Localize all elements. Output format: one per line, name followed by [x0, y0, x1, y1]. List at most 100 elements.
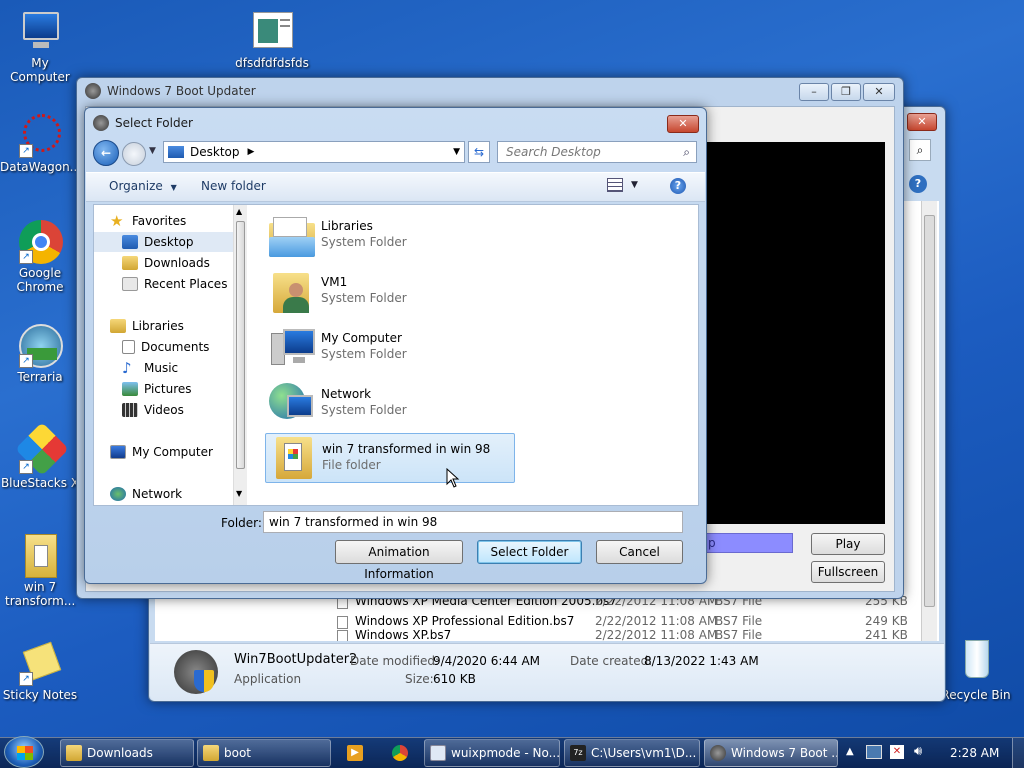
address-bar[interactable]: Desktop ▶ ▼	[163, 141, 465, 163]
file-type: BS7 File	[715, 628, 763, 641]
windows-logo-icon	[17, 746, 33, 760]
nav-my-computer[interactable]: My Computer	[110, 442, 213, 462]
boot-updater-maximize-button[interactable]: ❐	[831, 83, 861, 101]
nav-music[interactable]: ♪ Music	[122, 358, 178, 378]
desktop-icon-recycle-bin[interactable]: Recycle Bin	[936, 640, 1016, 702]
dialog-titlebar[interactable]: Select Folder	[85, 108, 706, 138]
taskbar-label: wuixpmode - No...	[451, 746, 560, 760]
nav-label: Favorites	[132, 214, 187, 228]
item-name: win 7 transformed in win 98	[322, 442, 491, 456]
desktop-icon-my-computer[interactable]: My Computer	[0, 8, 80, 84]
breadcrumb-chevron-icon[interactable]: ▶	[248, 147, 255, 157]
nav-label: Desktop	[144, 235, 194, 249]
taskbar-item-boot-updater[interactable]: Windows 7 Boot ...	[704, 739, 838, 767]
folder-icon	[203, 745, 219, 761]
list-item-libraries[interactable]: Libraries System Folder	[265, 211, 515, 261]
nav-recent-places[interactable]: Recent Places	[122, 274, 227, 294]
dialog-close-button[interactable]: ✕	[667, 115, 699, 133]
folder-input[interactable]: win 7 transformed in win 98	[263, 511, 683, 533]
boot-updater-minimize-button[interactable]: –	[799, 83, 829, 101]
address-dropdown-icon[interactable]: ▼	[453, 147, 460, 157]
nav-videos[interactable]: Videos	[122, 400, 184, 420]
desktop-icon-label: Google Chrome	[16, 266, 64, 294]
show-desktop-button[interactable]	[1012, 738, 1024, 768]
desktop-icon-label: dfsdfdfdsfds	[235, 56, 309, 70]
nav-documents[interactable]: Documents	[122, 337, 209, 357]
recycle-bin-icon	[965, 640, 989, 678]
desktop-icon-sticky-notes[interactable]: ↗ Sticky Notes	[0, 640, 80, 702]
chrome-taskbar-icon[interactable]	[392, 745, 408, 761]
explorer-search-icon[interactable]: ⌕	[909, 139, 931, 161]
view-options-icon[interactable]	[607, 178, 623, 192]
taskbar-item-boot[interactable]: boot	[197, 739, 331, 767]
network-tray-icon[interactable]	[866, 745, 882, 759]
nav-libraries[interactable]: Libraries	[110, 316, 184, 336]
animation-information-button[interactable]: Animation Information	[335, 540, 463, 581]
boot-updater-titlebar[interactable]: Windows 7 Boot Updater	[77, 78, 903, 104]
desktop-icon-datawagon[interactable]: ↗ DataWagon...	[0, 112, 81, 174]
new-folder-button[interactable]: New folder	[201, 179, 266, 193]
fullscreen-button[interactable]: Fullscreen	[811, 561, 885, 583]
nav-label: Recent Places	[144, 277, 228, 291]
back-button[interactable]: ←	[93, 140, 119, 166]
scroll-thumb[interactable]	[236, 221, 245, 469]
desktop-icon-win7-folder[interactable]: win 7 transform...	[0, 532, 80, 608]
network-icon	[110, 487, 126, 501]
list-item-vm1[interactable]: VM1 System Folder	[265, 267, 515, 317]
media-player-icon[interactable]: ▶	[347, 745, 363, 761]
scroll-down-icon[interactable]: ▼	[236, 489, 242, 498]
select-folder-button[interactable]: Select Folder	[477, 540, 582, 564]
nav-pictures[interactable]: Pictures	[122, 379, 192, 399]
explorer-help-icon[interactable]: ?	[909, 175, 927, 193]
volume-icon[interactable]: 🔊︎	[914, 744, 922, 759]
desktop-icon-dfsdfdfdsfds[interactable]: dfsdfdfdsfds	[232, 8, 312, 70]
file-size: 241 KB	[865, 628, 908, 641]
taskbar-item-notepad[interactable]: wuixpmode - No...	[424, 739, 560, 767]
explorer-scrollbar[interactable]	[921, 201, 937, 641]
refresh-button[interactable]: ⇆	[468, 141, 490, 163]
nav-label: Libraries	[132, 319, 184, 333]
recent-pages-chevron-icon[interactable]: ▼	[149, 146, 156, 156]
desktop-icon-bluestacks[interactable]: ↗ BlueStacks X	[0, 422, 80, 490]
show-hidden-icons-icon[interactable]: ▲	[846, 746, 854, 757]
file-row[interactable]: Windows XP.bs7 2/22/2012 11:08 AM BS7 Fi…	[337, 627, 917, 641]
select-folder-dialog[interactable]: Select Folder ✕ ← ▼ Desktop ▶ ▼ ⇆ Search…	[84, 107, 707, 584]
nav-downloads[interactable]: Downloads	[122, 253, 210, 273]
cancel-button[interactable]: Cancel	[596, 540, 683, 564]
file-date: 2/22/2012 11:08 AM	[595, 614, 718, 628]
item-type: System Folder	[321, 347, 407, 361]
boot-updater-icon	[710, 745, 726, 761]
videos-icon	[122, 403, 138, 417]
view-dropdown-icon[interactable]: ▼	[631, 180, 638, 190]
help-icon[interactable]: ?	[670, 178, 686, 194]
boot-updater-close-button[interactable]: ✕	[863, 83, 895, 101]
nav-desktop[interactable]: Desktop	[94, 232, 244, 252]
scroll-up-icon[interactable]: ▲	[236, 207, 242, 216]
nav-favorites[interactable]: ★ Favorites	[110, 211, 186, 231]
list-item-network[interactable]: Network System Folder	[265, 379, 515, 429]
desktop-icon-google-chrome[interactable]: ↗ Google Chrome	[0, 218, 80, 294]
desktop-icon-label: My Computer	[10, 56, 70, 84]
taskbar-item-7zip[interactable]: 7z C:\Users\vm1\D...	[564, 739, 700, 767]
play-button[interactable]: Play	[811, 533, 885, 555]
list-item-my-computer[interactable]: My Computer System Folder	[265, 323, 515, 373]
item-type: System Folder	[321, 291, 407, 305]
explorer-close-button[interactable]: ✕	[907, 113, 937, 131]
shortcut-arrow-icon: ↗	[19, 354, 33, 368]
start-button[interactable]	[4, 736, 44, 768]
my-computer-icon	[269, 325, 315, 371]
taskbar-item-downloads[interactable]: Downloads	[60, 739, 194, 767]
organize-button[interactable]: Organize ▼	[109, 179, 177, 193]
clock[interactable]: 2:28 AM	[950, 746, 999, 760]
nav-network[interactable]: Network	[110, 484, 182, 504]
search-input[interactable]: Search Desktop ⌕	[497, 141, 697, 163]
desktop-icon-terraria[interactable]: ↗ Terraria	[0, 322, 80, 384]
desktop-icon-label: Terraria	[17, 370, 63, 384]
nav-pane-scrollbar[interactable]: ▲ ▼	[233, 205, 247, 505]
network-globe-icon	[269, 381, 315, 427]
action-center-icon[interactable]: ✕	[890, 745, 904, 759]
list-item-win7-folder[interactable]: win 7 transformed in win 98 File folder	[265, 433, 515, 483]
forward-button[interactable]	[122, 142, 146, 166]
taskbar-label: boot	[224, 746, 252, 760]
file-name: Windows XP.bs7	[355, 628, 452, 641]
